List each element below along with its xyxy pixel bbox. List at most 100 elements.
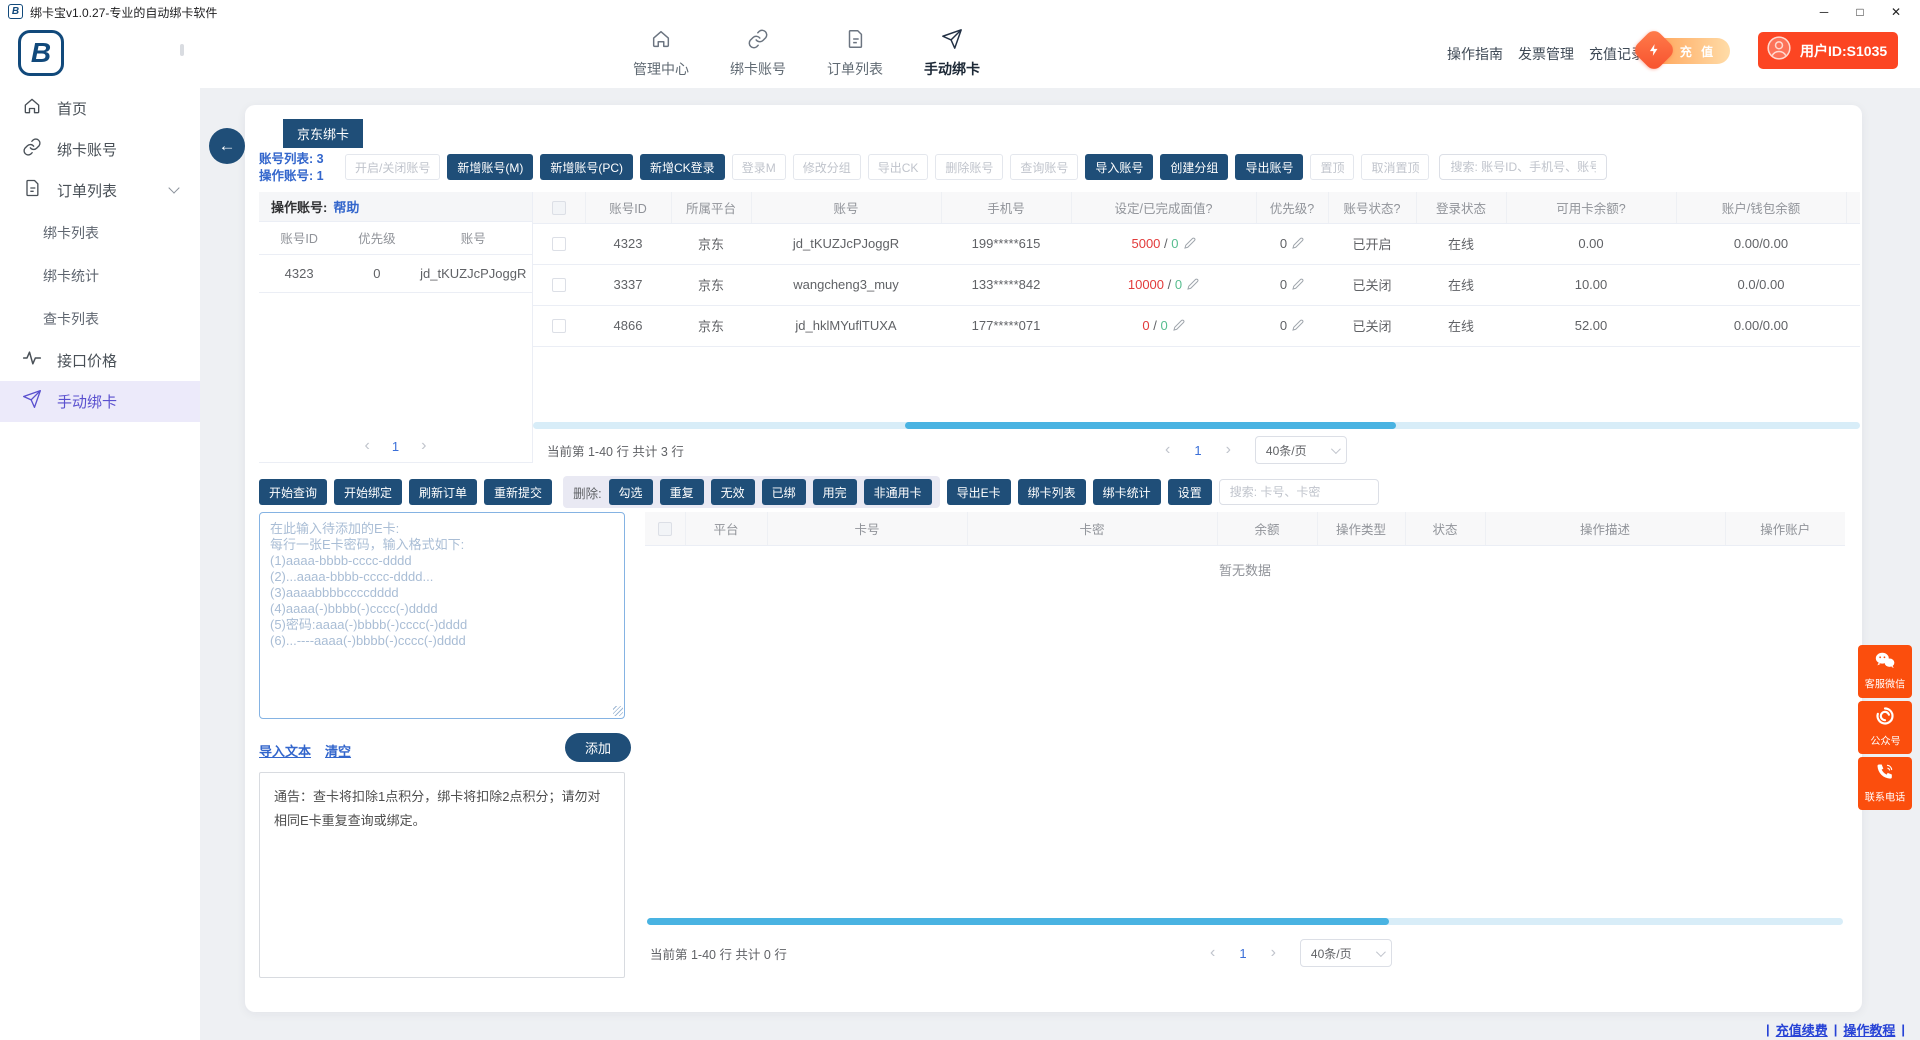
card-search-input[interactable]: [1219, 479, 1379, 505]
delete-duplicate-button[interactable]: 重复: [660, 479, 704, 505]
col-priority: 优先级: [339, 222, 414, 254]
resubmit-button[interactable]: 重新提交: [484, 479, 552, 505]
edit-icon[interactable]: [1292, 319, 1304, 334]
nav-item-management-center[interactable]: 管理中心: [628, 28, 694, 79]
account-row: 4866 京东 jd_hklMYuflTUXA 177*****071 0 / …: [533, 305, 1860, 346]
bind-stats-button[interactable]: 绑卡统计: [1093, 479, 1161, 505]
prev-page-icon[interactable]: ‹: [365, 438, 370, 454]
settings-button[interactable]: 设置: [1168, 479, 1212, 505]
ecard-input[interactable]: [259, 512, 625, 719]
delete-bound-button[interactable]: 已绑: [762, 479, 806, 505]
sidebar-item-label: 手动绑卡: [57, 391, 117, 412]
operate-account-row[interactable]: 4323 0 jd_tKUZJcPJoggR: [259, 254, 532, 292]
recharge-button[interactable]: 充 值: [1648, 38, 1730, 64]
delete-invalid-button[interactable]: 无效: [711, 479, 755, 505]
delete-nongeneric-button[interactable]: 非通用卡: [864, 479, 932, 505]
query-account-button[interactable]: 查询账号: [1010, 154, 1078, 180]
unpin-top-button[interactable]: 取消置顶: [1361, 154, 1429, 180]
import-text-link[interactable]: 导入文本: [259, 741, 311, 760]
sidebar-item-home[interactable]: 首页: [0, 88, 200, 129]
nav-item-manual-bind[interactable]: 手动绑卡: [919, 28, 985, 79]
refresh-order-button[interactable]: 刷新订单: [409, 479, 477, 505]
col-wallet-balance: 账户/钱包余额: [1676, 192, 1846, 223]
sidebar-subitem-bind-list[interactable]: 绑卡列表: [0, 211, 200, 254]
account-link[interactable]: wangcheng3_muy: [751, 264, 941, 305]
pin-top-button[interactable]: 置顶: [1310, 154, 1354, 180]
create-group-button[interactable]: 创建分组: [1160, 154, 1228, 180]
row-checkbox[interactable]: [552, 237, 566, 251]
recharge-label: 充 值: [1680, 43, 1716, 60]
clear-link[interactable]: 清空: [325, 741, 351, 760]
add-account-m-button[interactable]: 新增账号(M): [447, 154, 533, 180]
nav-item-order-list[interactable]: 订单列表: [822, 28, 888, 79]
start-bind-button[interactable]: 开始绑定: [334, 479, 402, 505]
prev-page-icon[interactable]: ‹: [1165, 442, 1170, 458]
sidebar-item-manual-bind[interactable]: 手动绑卡: [0, 381, 200, 422]
wechat-support-button[interactable]: 客服微信: [1858, 645, 1912, 698]
delete-used-button[interactable]: 用完: [813, 479, 857, 505]
recharge-renew-link[interactable]: 充值续费: [1776, 1020, 1828, 1039]
edit-icon[interactable]: [1187, 278, 1199, 293]
user-id-button[interactable]: 用户ID:S1035: [1758, 32, 1898, 69]
sidebar-item-bind-accounts[interactable]: 绑卡账号: [0, 129, 200, 170]
header-links: 操作指南 发票管理 充值记录: [1447, 44, 1645, 64]
contact-phone-button[interactable]: 联系电话: [1858, 757, 1912, 810]
select-all-checkbox[interactable]: [658, 522, 672, 536]
next-page-icon[interactable]: ›: [1271, 945, 1276, 961]
start-query-button[interactable]: 开始查询: [259, 479, 327, 505]
row-checkbox[interactable]: [552, 319, 566, 333]
export-ck-button[interactable]: 导出CK: [868, 154, 929, 180]
edit-icon[interactable]: [1173, 319, 1185, 334]
row-checkbox[interactable]: [552, 278, 566, 292]
cards-toolbar: 开始查询 开始绑定 刷新订单 重新提交 删除: 勾选 重复 无效 已绑 用完 非…: [259, 476, 1379, 508]
edit-icon[interactable]: [1184, 237, 1196, 252]
home-icon: [650, 28, 672, 55]
help-link[interactable]: 帮助: [333, 197, 359, 216]
add-button[interactable]: 添加: [565, 733, 631, 762]
minimize-button[interactable]: ─: [1806, 0, 1842, 23]
delete-account-button[interactable]: 删除账号: [935, 154, 1003, 180]
delete-checked-button[interactable]: 勾选: [609, 479, 653, 505]
tutorial-link[interactable]: 操作教程: [1843, 1020, 1895, 1039]
export-ecard-button[interactable]: 导出E卡: [947, 479, 1011, 505]
prev-page-icon[interactable]: ‹: [1210, 945, 1215, 961]
page-number[interactable]: 1: [392, 439, 399, 454]
tab-jd-bind[interactable]: 京东绑卡: [283, 119, 363, 148]
add-account-pc-button[interactable]: 新增账号(PC): [540, 154, 633, 180]
sidebar-subitem-bind-stats[interactable]: 绑卡统计: [0, 254, 200, 297]
edit-icon[interactable]: [1292, 278, 1304, 293]
add-ck-login-button[interactable]: 新增CK登录: [640, 154, 725, 180]
back-button[interactable]: ←: [209, 128, 245, 164]
page-size-select[interactable]: 40条/页: [1255, 436, 1347, 464]
toggle-account-button[interactable]: 开启/关闭账号: [345, 154, 440, 180]
official-account-button[interactable]: 公众号: [1858, 701, 1912, 754]
guide-link[interactable]: 操作指南: [1447, 44, 1503, 64]
page-size-select[interactable]: 40条/页: [1300, 939, 1392, 967]
edit-icon[interactable]: [1292, 237, 1304, 252]
page-number[interactable]: 1: [1194, 443, 1201, 458]
sidebar-item-order-list[interactable]: 订单列表: [0, 170, 200, 211]
sidebar-item-api-price[interactable]: 接口价格: [0, 340, 200, 381]
page-number[interactable]: 1: [1239, 946, 1246, 961]
next-page-icon[interactable]: ›: [421, 438, 426, 454]
bind-list-button[interactable]: 绑卡列表: [1018, 479, 1086, 505]
accounts-hscrollbar[interactable]: [533, 422, 1860, 429]
account-link[interactable]: jd_tKUZJcPJoggR: [751, 223, 941, 264]
export-account-button[interactable]: 导出账号: [1235, 154, 1303, 180]
login-m-button[interactable]: 登录M: [732, 154, 786, 180]
next-page-icon[interactable]: ›: [1226, 442, 1231, 458]
close-button[interactable]: ✕: [1878, 0, 1914, 23]
cards-hscrollbar[interactable]: [647, 918, 1843, 925]
select-all-checkbox[interactable]: [552, 201, 566, 215]
maximize-button[interactable]: □: [1842, 0, 1878, 23]
invoice-link[interactable]: 发票管理: [1518, 44, 1574, 64]
sidebar-subitem-card-query-list[interactable]: 查卡列表: [0, 297, 200, 340]
nav-item-label: 订单列表: [827, 59, 883, 79]
avatar-icon: [1766, 35, 1792, 66]
account-search-input[interactable]: [1439, 154, 1607, 180]
modify-group-button[interactable]: 修改分组: [793, 154, 861, 180]
nav-item-bind-accounts[interactable]: 绑卡账号: [725, 28, 791, 79]
import-account-button[interactable]: 导入账号: [1085, 154, 1153, 180]
sidebar-collapse-handle[interactable]: [180, 44, 184, 56]
account-link[interactable]: jd_hklMYuflTUXA: [751, 305, 941, 346]
